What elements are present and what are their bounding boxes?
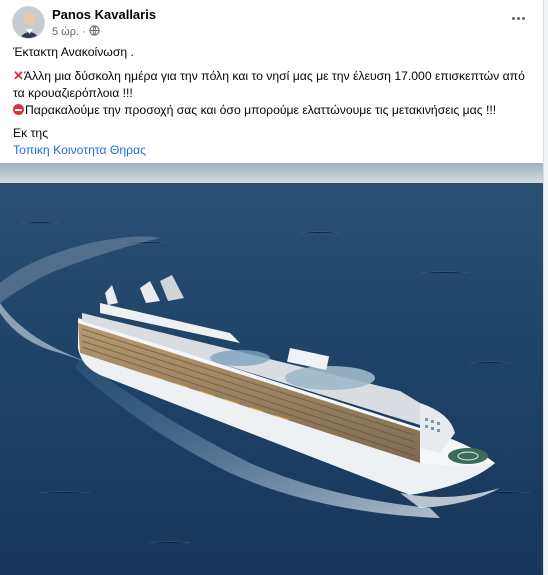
meta-separator: · [82,26,86,38]
cruise-ship-photo[interactable] [0,163,543,575]
post-line-3: Παρακαλούμε την προσοχή σας και όσο μπορ… [25,103,497,117]
post-meta: 5 ώρ. · [52,25,100,39]
no-entry-icon [13,104,24,115]
post-text: Έκτακτη Ανακοίνωση . ✕Άλλη μια δύσκολη η… [13,44,538,159]
post-header: Panos Kavallaris 5 ώρ. · [12,6,532,42]
post-line-1: Έκτακτη Ανακοίνωση . [13,45,134,59]
author-name[interactable]: Panos Kavallaris [52,7,156,22]
globe-icon [89,25,100,39]
post-card: Panos Kavallaris 5 ώρ. · Έκτακτη Ανακοίν… [0,0,544,575]
post-line-4: Εκ της [13,126,49,140]
community-link[interactable]: Τοπικη Κοινοτητα Θηρας [13,143,146,157]
post-line-2: Άλλη μια δύσκολη ημέρα για την πόλη και … [13,69,525,100]
red-x-icon: ✕ [13,68,24,83]
more-options-icon[interactable] [508,10,528,26]
avatar[interactable] [12,6,45,39]
post-time[interactable]: 5 ώρ. [52,26,79,38]
